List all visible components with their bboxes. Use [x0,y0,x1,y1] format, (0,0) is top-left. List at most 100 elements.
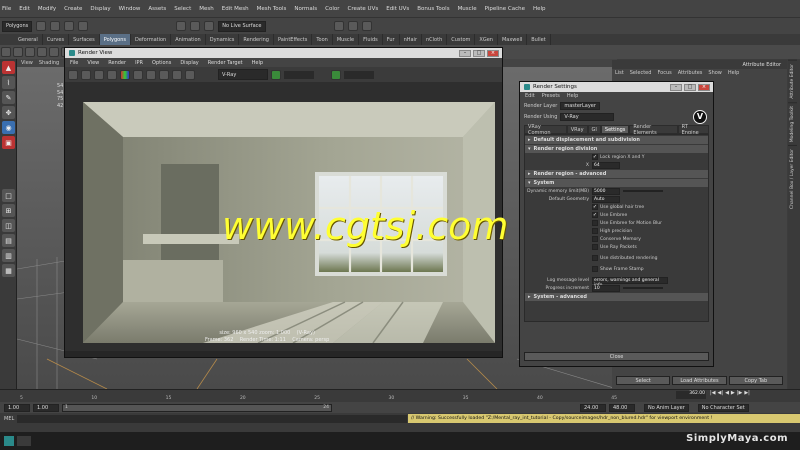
gamma-icon[interactable] [331,69,341,80]
shelf-tab-surfaces[interactable]: Surfaces [69,34,100,45]
rgb-channel-icon[interactable] [133,69,143,80]
tab-gi[interactable]: GI [587,125,601,134]
shelf-tool-icon[interactable] [1,47,11,57]
save-icon[interactable] [50,21,61,31]
shelf-tool-icon[interactable] [37,47,47,57]
playback-end-field[interactable]: 48.00 [609,403,635,412]
folder-icon[interactable] [36,21,47,31]
shelf-tab-toon[interactable]: Toon [312,34,333,45]
tab-render-elements[interactable]: Render Elements [629,124,678,136]
tab-rt-engine[interactable]: RT Engine [677,124,709,136]
region-render-icon[interactable] [107,69,117,80]
shelf-tab-maxwell[interactable]: Maxwell [498,34,528,45]
render-settings-menu-presets[interactable]: Presets [542,93,560,99]
tab-settings[interactable]: Settings [600,125,630,134]
copy-tab-button[interactable]: Copy Tab [728,376,783,385]
mel-label[interactable]: MEL [4,416,14,422]
side-tab-channel-box[interactable]: Channel Box / Layer Editor [788,144,797,212]
shelf-tool-icon[interactable] [25,47,35,57]
layout-single-icon[interactable]: □ [2,189,15,202]
maximize-icon[interactable]: □ [473,49,485,57]
menu-create-uvs[interactable]: Create UVs [348,6,379,12]
attribute-menu-help[interactable]: Help [728,70,739,76]
attribute-menu-attributes[interactable]: Attributes [678,70,703,76]
embree-checkbox[interactable]: ✓ Use Embree [592,211,708,219]
shelf-tab-general[interactable]: General [14,34,43,45]
shelf-tab-fluids[interactable]: Fluids [359,34,383,45]
menu-muscle[interactable]: Muscle [458,6,477,12]
attribute-menu-selected[interactable]: Selected [630,70,652,76]
alpha-channel-icon[interactable] [146,69,156,80]
range-current-field[interactable]: 1.00 [33,403,59,412]
shelf-tab-deformation[interactable]: Deformation [131,34,172,45]
character-set-dropdown[interactable]: No Character Set [697,403,749,412]
render-view-menu-ipr[interactable]: IPR [135,60,143,66]
shelf-tab-painteffects[interactable]: PaintEffects [274,34,313,45]
section-system-advanced[interactable]: ▸ System - advanced [525,293,708,301]
ipr-render-icon[interactable] [347,21,358,31]
remove-image-icon[interactable] [172,69,182,80]
keep-image-icon[interactable] [159,69,169,80]
region-x-input[interactable]: 64 [592,161,620,169]
redo-render-icon[interactable] [68,69,78,80]
render-settings-titlebar[interactable]: Render Settings – □ × [520,82,713,92]
render-settings-menu-help[interactable]: Help [567,93,578,99]
high-precision-checkbox[interactable]: High precision [592,227,708,235]
maximize-icon[interactable]: □ [684,83,696,91]
shelf-tab-animation[interactable]: Animation [171,34,206,45]
close-icon[interactable]: × [698,83,710,91]
refresh-icon[interactable] [94,69,104,80]
layout-split-icon[interactable]: ◫ [2,219,15,232]
shelf-tab-ncloth[interactable]: nCloth [422,34,448,45]
side-tab-modeling-toolkit[interactable]: Modeling Toolkit [788,101,797,145]
shelf-tool-icon[interactable] [49,47,59,57]
ray-packets-checkbox[interactable]: Use Ray Packets [592,243,708,251]
menu-edit-uvs[interactable]: Edit UVs [386,6,409,12]
memory-slider[interactable] [623,190,663,192]
step-back-icon[interactable]: ◀| [718,390,724,396]
menu-assets[interactable]: Assets [148,6,166,12]
menu-bonus-tools[interactable]: Bonus Tools [417,6,449,12]
conserve-memory-checkbox[interactable]: Conserve Memory [592,235,708,243]
layout-persp-icon[interactable]: ▤ [2,234,15,247]
shelf-tab-muscle[interactable]: Muscle [333,34,360,45]
global-hair-checkbox[interactable]: ✓ Use global hair tree [592,203,708,211]
side-tab-attribute-editor[interactable]: Attribute Editor [788,60,797,102]
shelf-tab-polygons[interactable]: Polygons [99,34,131,45]
shelf-tab-curves[interactable]: Curves [43,34,70,45]
minimize-icon[interactable]: – [670,83,682,91]
lasso-tool-icon[interactable]: ⌇ [2,76,15,89]
playback-start-field[interactable]: 24.00 [580,403,606,412]
render-view-menu-file[interactable]: File [70,60,78,66]
rotate-tool-icon[interactable]: ◉ [2,121,15,134]
section-region[interactable]: ▾ Render region division [525,145,708,153]
renderer-dropdown[interactable]: V-Ray [218,69,268,80]
snap-grid-icon[interactable] [176,21,187,31]
shelf-tab-custom[interactable]: Custom [447,34,476,45]
paint-select-icon[interactable]: ✎ [2,91,15,104]
progress-increment-input[interactable]: 10 [592,284,620,292]
shelf-tab-nhair[interactable]: nHair [400,34,422,45]
render-view-scrollbar[interactable] [65,351,502,357]
layout-graph-icon[interactable]: ▦ [2,264,15,277]
menu-window[interactable]: Window [119,6,141,12]
step-forward-icon[interactable]: |▶ [737,390,743,396]
scale-tool-icon[interactable]: ▣ [2,136,15,149]
live-surface-field[interactable]: No Live Surface [218,20,266,32]
menu-pipeline-cache[interactable]: Pipeline Cache [485,6,525,12]
attribute-menu-focus[interactable]: Focus [657,70,671,76]
play-forward-icon[interactable]: ▶ [731,390,735,396]
progress-slider[interactable] [623,287,663,289]
select-tool-icon[interactable]: ▲ [2,61,15,74]
magnet-icon[interactable] [78,21,89,31]
distributed-checkbox[interactable]: Use distributed rendering [592,254,708,262]
render-view-titlebar[interactable]: Render View – □ × [65,48,502,58]
menu-mesh[interactable]: Mesh [199,6,213,12]
memory-limit-input[interactable]: 5000 [592,187,620,195]
render-view-menu-render[interactable]: Render [108,60,126,66]
layout-four-icon[interactable]: ⊞ [2,204,15,217]
render-view-menu-options[interactable]: Options [152,60,171,66]
lock-region-checkbox[interactable]: ✓ Lock region X and Y [592,153,708,161]
embree-blur-checkbox[interactable]: Use Embree for Motion Blur [592,219,708,227]
range-start-field[interactable]: 1.00 [4,403,30,412]
